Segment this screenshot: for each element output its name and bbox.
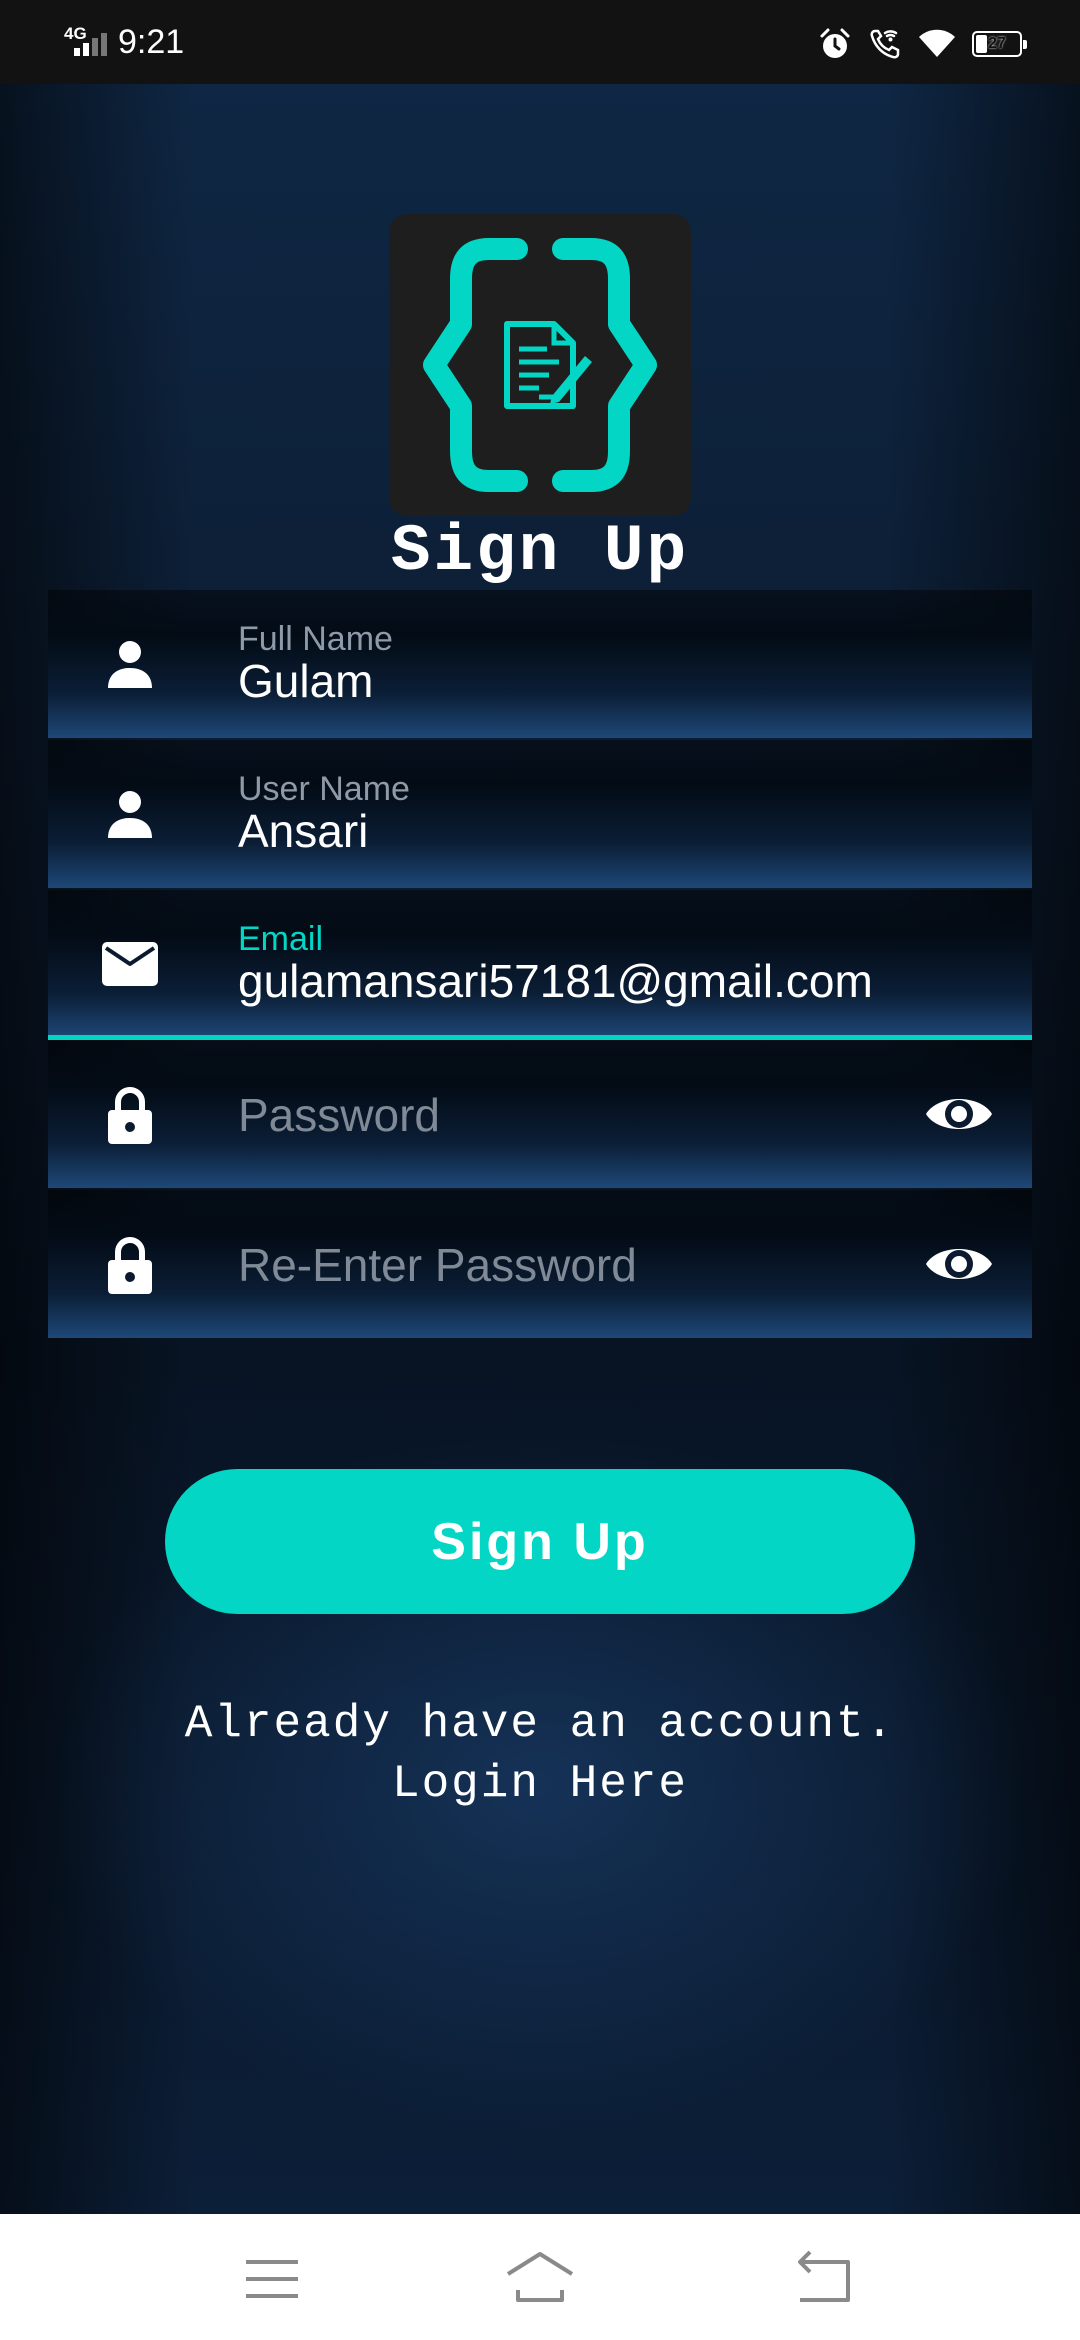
password-field[interactable]: Password — [48, 1040, 1032, 1188]
back-icon[interactable] — [784, 2244, 864, 2314]
login-link[interactable]: Already have an account. Login Here — [0, 1694, 1080, 1814]
email-field[interactable]: Email gulamansari57181@gmail.com — [48, 890, 1032, 1040]
signup-button[interactable]: Sign Up — [165, 1469, 915, 1614]
cellular-signal-icon: 4G — [62, 22, 112, 62]
email-value[interactable]: gulamansari57181@gmail.com — [238, 954, 873, 1008]
full-name-field[interactable]: Full Name Gulam — [48, 590, 1032, 738]
eye-icon[interactable] — [924, 1082, 994, 1146]
wifi-icon — [919, 29, 955, 57]
user-name-field[interactable]: User Name Ansari — [48, 740, 1032, 888]
mail-icon — [102, 942, 158, 986]
battery-level: 27 — [988, 35, 1006, 52]
lock-icon — [108, 1087, 152, 1144]
battery-icon: 27 — [972, 31, 1027, 57]
status-right: 27 — [818, 22, 1027, 66]
re-password-placeholder[interactable]: Re-Enter Password — [238, 1238, 637, 1292]
page-title: Sign Up — [390, 514, 690, 589]
lock-icon — [108, 1237, 152, 1294]
password-placeholder[interactable]: Password — [238, 1088, 440, 1142]
status-time: 9:21 — [118, 22, 185, 61]
login-prompt-line2[interactable]: Login Here — [0, 1754, 1080, 1814]
status-bar: 4G 9:21 27 — [0, 0, 1080, 84]
menu-icon[interactable] — [232, 2244, 312, 2314]
battery-fill — [976, 35, 988, 53]
person-icon — [108, 641, 152, 688]
login-prompt-line1: Already have an account. — [184, 1698, 896, 1750]
signup-screen: Sign Up Full Name Gulam User Name Ansari… — [0, 84, 1080, 2214]
navigation-bar — [0, 2214, 1080, 2340]
re-password-field[interactable]: Re-Enter Password — [48, 1190, 1032, 1338]
app-logo — [389, 214, 691, 516]
person-icon — [108, 791, 152, 838]
wifi-calling-icon — [870, 29, 900, 59]
alarm-icon — [820, 28, 850, 58]
status-left: 4G 9:21 — [62, 20, 184, 64]
home-icon[interactable] — [500, 2244, 580, 2314]
eye-icon[interactable] — [924, 1232, 994, 1296]
signal-bars — [74, 33, 107, 56]
code-document-icon — [423, 238, 657, 492]
user-name-value[interactable]: Ansari — [238, 804, 368, 858]
full-name-value[interactable]: Gulam — [238, 654, 373, 708]
